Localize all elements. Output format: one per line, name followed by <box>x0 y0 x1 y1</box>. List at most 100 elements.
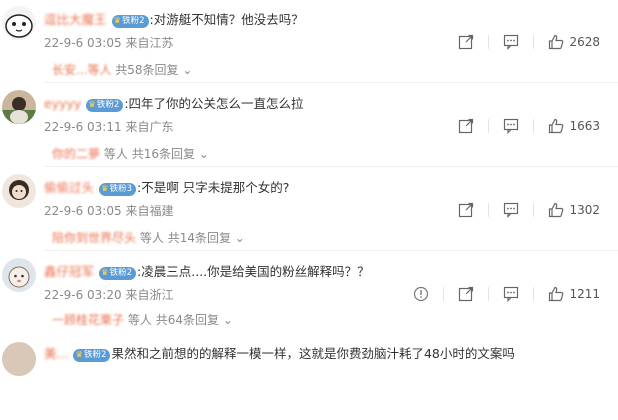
divider <box>533 287 535 301</box>
comment-item: eyyyy ♛铁粉2:四年了你的公关怎么一直怎么拉 22-9-6 03:11 来… <box>0 84 618 168</box>
avatar[interactable] <box>2 6 36 40</box>
comment-time: 22-9-6 03:05 <box>44 204 122 218</box>
comment-meta: 22-9-6 03:05 来自江苏 <box>44 34 173 51</box>
comment-text-line: 鑫仔冠军 ♛铁粉2:凌晨三点....你是给美国的粉丝解释吗？？ <box>44 261 370 280</box>
comment-text: :对游艇不知情？他没去吗？ <box>149 12 304 27</box>
badge-label: 铁粉2 <box>96 100 120 110</box>
share-icon[interactable] <box>458 118 474 134</box>
comment-time: 22-9-6 03:05 <box>44 36 122 50</box>
comment-item: 偷偷过头 ♛铁粉3:不是啊 只字未提那个女的? 22-9-6 03:05 来自福… <box>0 168 618 252</box>
reply-summary[interactable]: 长安...等人 共58条回复 ⌄ <box>52 61 192 78</box>
crown-icon: ♛ <box>88 100 96 110</box>
like-count: 2628 <box>569 35 600 49</box>
comment-actions: 2628 <box>458 32 600 52</box>
fan-badge: ♛铁粉2 <box>86 99 124 112</box>
username[interactable]: 美... <box>44 346 68 361</box>
reply-count[interactable]: 共16条回复 <box>132 147 195 161</box>
crown-icon: ♛ <box>101 184 109 194</box>
comment-text: :四年了你的公关怎么一直怎么拉 <box>124 96 304 111</box>
comment-meta: 22-9-6 03:11 来自广东 <box>44 118 173 135</box>
badge-label: 铁粉2 <box>109 268 133 278</box>
comment-time: 22-9-6 03:20 <box>44 288 122 302</box>
like-count: 1302 <box>569 203 600 217</box>
badge-label: 铁粉3 <box>109 184 133 194</box>
reply-count[interactable]: 共58条回复 <box>115 63 178 77</box>
comment-item: 鑫仔冠军 ♛铁粉2:凌晨三点....你是给美国的粉丝解释吗？？ 22-9-6 0… <box>0 252 618 336</box>
reply-users[interactable]: 一顾桂花栗子 <box>52 313 124 327</box>
reply-users-tail: 等人 <box>103 147 128 161</box>
divider <box>443 287 445 301</box>
divider <box>488 287 490 301</box>
comment-icon[interactable] <box>503 202 519 218</box>
divider <box>533 35 535 49</box>
comment-text: 果然和之前想的的解释一模一样，这就是你费劲脑汁耗了48小时的文案吗 <box>111 346 515 361</box>
like-count: 1211 <box>569 287 600 301</box>
comment-text: :不是啊 只字未提那个女的? <box>137 180 290 195</box>
avatar[interactable] <box>2 174 36 208</box>
comment-actions: 1663 <box>458 116 600 136</box>
share-icon[interactable] <box>458 202 474 218</box>
badge-label: 铁粉2 <box>122 16 145 26</box>
comment-actions: 1302 <box>458 200 600 220</box>
comment-icon[interactable] <box>503 286 519 302</box>
reply-users-tail: 等人 <box>139 231 164 245</box>
comment-item: 逗比大魔王 ♛铁粉2:对游艇不知情？他没去吗？ 22-9-6 03:05 来自江… <box>0 0 618 84</box>
thumbs-up-icon[interactable] <box>548 202 564 218</box>
comment-text-line: eyyyy ♛铁粉2:四年了你的公关怎么一直怎么拉 <box>44 93 304 112</box>
crown-icon: ♛ <box>113 16 122 26</box>
username[interactable]: 逗比大魔王 <box>44 12 107 27</box>
reply-summary[interactable]: 一顾桂花栗子 等人 共64条回复 ⌄ <box>52 311 233 328</box>
thumbs-up-icon[interactable] <box>548 118 564 134</box>
username[interactable]: eyyyy <box>44 96 81 111</box>
comment-divider <box>44 250 618 251</box>
reply-summary[interactable]: 陪你到世界尽头 等人 共14条回复 ⌄ <box>52 229 245 246</box>
comment-item-partial: 美... ♛铁粉2 果然和之前想的的解释一模一样，这就是你费劲脑汁耗了48小时的文… <box>0 336 618 420</box>
like-count: 1663 <box>569 119 600 133</box>
fan-badge: ♛铁粉3 <box>99 183 137 196</box>
chevron-down-icon[interactable]: ⌄ <box>199 147 209 161</box>
divider <box>488 35 490 49</box>
comment-icon[interactable] <box>503 34 519 50</box>
fan-badge: ♛铁粉2 <box>99 267 137 280</box>
reply-users-tail: 等人 <box>127 313 152 327</box>
thumbs-up-icon[interactable] <box>548 34 564 50</box>
comment-text-line: 偷偷过头 ♛铁粉3:不是啊 只字未提那个女的? <box>44 177 289 196</box>
comment-icon[interactable] <box>503 118 519 134</box>
comment-actions: 1211 <box>413 284 600 304</box>
chevron-down-icon[interactable]: ⌄ <box>235 231 245 245</box>
divider <box>533 119 535 133</box>
comment-text: :凌晨三点....你是给美国的粉丝解释吗？？ <box>137 264 370 279</box>
thumbs-up-icon[interactable] <box>548 286 564 302</box>
chevron-down-icon[interactable]: ⌄ <box>182 63 192 77</box>
comment-meta: 22-9-6 03:20 来自浙江 <box>44 286 173 303</box>
fan-badge: ♛铁粉2 <box>111 15 149 28</box>
comment-location: 来自广东 <box>125 120 174 134</box>
divider <box>488 119 490 133</box>
username[interactable]: 鑫仔冠军 <box>44 264 94 279</box>
divider <box>533 203 535 217</box>
reply-users[interactable]: 陪你到世界尽头 <box>52 231 136 245</box>
comment-location: 来自江苏 <box>125 36 174 50</box>
avatar[interactable] <box>2 90 36 124</box>
avatar[interactable] <box>2 342 36 376</box>
username[interactable]: 偷偷过头 <box>44 180 94 195</box>
divider <box>488 203 490 217</box>
chevron-down-icon[interactable]: ⌄ <box>223 313 233 327</box>
avatar[interactable] <box>2 258 36 292</box>
comment-location: 来自福建 <box>125 204 174 218</box>
badge-label: 铁粉2 <box>84 350 107 360</box>
comment-meta: 22-9-6 03:05 来自福建 <box>44 202 173 219</box>
share-icon[interactable] <box>458 34 474 50</box>
comment-divider <box>44 82 618 83</box>
reply-users[interactable]: 你的二夢 <box>52 147 100 161</box>
reply-users[interactable]: 长安...等人 <box>52 63 111 77</box>
reply-count[interactable]: 共14条回复 <box>168 231 231 245</box>
reply-summary[interactable]: 你的二夢 等人 共16条回复 ⌄ <box>52 145 209 162</box>
share-icon[interactable] <box>458 286 474 302</box>
crown-icon: ♛ <box>75 350 84 360</box>
crown-icon: ♛ <box>101 268 109 278</box>
reply-count[interactable]: 共64条回复 <box>156 313 219 327</box>
report-icon[interactable] <box>413 286 429 302</box>
comment-text-line: 逗比大魔王 ♛铁粉2:对游艇不知情？他没去吗？ <box>44 9 304 28</box>
comment-time: 22-9-6 03:11 <box>44 120 122 134</box>
